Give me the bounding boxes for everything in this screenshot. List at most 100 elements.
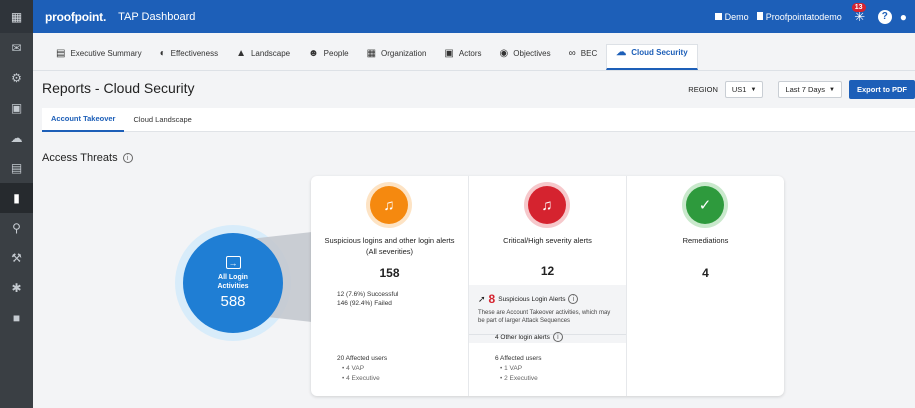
critical-vap: • 1 VAP	[500, 365, 523, 372]
suspicious-login-count: 8	[488, 292, 496, 306]
bell-icon: ♫	[370, 186, 408, 224]
tab-label: People	[323, 48, 349, 58]
report-controls: REGION US1 ▼ Last 7 Days ▼ Export to PDF	[688, 80, 915, 99]
remediations-column[interactable]: ✓ Remediations 4	[627, 176, 784, 396]
people-icon: ☻	[308, 47, 319, 59]
tab-cloud-security[interactable]: ☁ Cloud Security	[606, 44, 698, 70]
demo-indicator[interactable]: Demo	[714, 11, 749, 22]
tab-people[interactable]: ☻ People	[299, 44, 357, 70]
region-select[interactable]: US1 ▼	[724, 81, 764, 98]
login-icon: →	[225, 256, 241, 269]
shield-check-icon: ✓	[686, 186, 724, 224]
other-login-alerts-label: 4 Other login alerts	[495, 333, 550, 341]
cloud-icon[interactable]: ☁	[0, 123, 33, 153]
bookmark-icon	[756, 11, 763, 20]
critical-title: Critical/High severity alerts	[503, 236, 592, 245]
suspicious-login-alerts-row: ➚ 8 Suspicious Login Alerts i	[478, 292, 579, 306]
suspicious-logins-column[interactable]: ♫ Suspicious logins and other login aler…	[311, 176, 469, 396]
tab-landscape[interactable]: ▲ Landscape	[227, 44, 299, 70]
document-icon: ▤	[56, 47, 66, 59]
help-icon[interactable]: ?	[877, 9, 892, 24]
critical-value: 12	[540, 264, 555, 278]
notifications-button[interactable]: 13 ✳	[850, 2, 870, 25]
remediations-value: 4	[702, 266, 709, 280]
date-range-value: Last 7 Days	[785, 85, 826, 94]
subtab-cloud-landscape[interactable]: Cloud Landscape	[124, 108, 200, 132]
region-label: REGION	[688, 85, 718, 94]
left-rail: ▦ ✉ ⚙ ▣ ☁ ▤ ▮ ⚲ ⚒ ✱ ■	[0, 0, 33, 408]
tab-label: Executive Summary	[70, 48, 142, 58]
contact-icon: ▣	[444, 47, 454, 59]
tab-objectives[interactable]: ◉ Objectives	[491, 44, 560, 70]
suspicious-login-label: Suspicious Login Alerts	[498, 295, 566, 303]
tab-label: Objectives	[513, 48, 551, 58]
suspicious-executive: • 4 Executive	[342, 375, 380, 382]
suspicious-successful: 12 (7.6%) Successful	[337, 291, 399, 298]
export-pdf-button[interactable]: Export to PDF	[849, 80, 915, 99]
tab-label: BEC	[580, 48, 598, 58]
org-selector[interactable]: Proofpointatodemo	[756, 11, 842, 22]
critical-alerts-column[interactable]: ♫ Critical/High severity alerts 12 ➚ 8 S…	[469, 176, 627, 396]
tab-executive-summary[interactable]: ▤ Executive Summary	[47, 44, 151, 70]
chat-icon[interactable]: ■	[0, 303, 33, 333]
analytics-icon[interactable]: ⚙	[0, 63, 33, 93]
summary-value: 588	[220, 293, 246, 310]
mask-icon: ∞	[568, 47, 576, 59]
caret-down-icon: ▼	[829, 86, 835, 93]
app-title[interactable]: TAP Dashboard	[118, 11, 195, 23]
caret-down-icon: ▼	[750, 86, 757, 93]
date-range-select[interactable]: Last 7 Days ▼	[778, 81, 842, 98]
wrench-icon[interactable]: ⚒	[0, 243, 33, 273]
tab-effectiveness[interactable]: ◐ Effectiveness	[151, 44, 227, 70]
sub-tabs: Account Takeover Cloud Landscape	[42, 108, 915, 132]
notification-badge: 13	[851, 2, 866, 12]
suspicious-affected-users: 20 Affected users	[337, 355, 388, 362]
suspicious-value: 158	[379, 266, 400, 280]
demo-label: Demo	[724, 11, 749, 22]
reports-bar-icon[interactable]: ▮	[0, 183, 33, 213]
info-icon[interactable]: i	[568, 294, 579, 304]
critical-affected-users: 6 Affected users	[495, 355, 542, 362]
report-tabs: ▤ Executive Summary ◐ Effectiveness ▲ Lands…	[33, 44, 915, 71]
target-icon: ◉	[499, 47, 509, 59]
settings-icon[interactable]: ✱	[0, 273, 33, 303]
user-icon[interactable]: ●	[900, 10, 907, 24]
top-bar: proofpoint. TAP Dashboard Demo Proofpoin…	[33, 0, 915, 33]
section-title: Access Threats i	[42, 152, 133, 164]
cloud-icon: ☁	[616, 47, 627, 58]
apps-grid-icon[interactable]: ▦	[0, 0, 33, 33]
section-title-text: Access Threats	[42, 152, 118, 164]
info-icon[interactable]: i	[552, 332, 563, 342]
image-icon: ▲	[236, 47, 246, 59]
contact-card-icon[interactable]: ▣	[0, 93, 33, 123]
suspicious-failed: 146 (92.4%) Failed	[337, 300, 392, 307]
document-icon[interactable]: ▤	[0, 153, 33, 183]
tab-bec[interactable]: ∞ BEC	[560, 44, 607, 70]
brand-logo[interactable]: proofpoint.	[45, 10, 106, 24]
tab-label: Organization	[381, 48, 427, 58]
other-login-alerts[interactable]: 4 Other login alerts i	[495, 332, 563, 342]
critical-executive: • 2 Executive	[500, 375, 538, 382]
square-icon	[714, 12, 722, 20]
mail-icon[interactable]: ✉	[0, 33, 33, 63]
tab-label: Cloud Security	[631, 48, 688, 57]
summary-label: All Login Activities	[217, 273, 248, 291]
remediations-title: Remediations	[682, 236, 729, 245]
suspicious-vap: • 4 VAP	[342, 365, 365, 372]
all-login-activities-circle[interactable]: → All Login Activities 588	[183, 233, 283, 333]
info-icon[interactable]: i	[122, 153, 133, 163]
tab-actors[interactable]: ▣ Actors	[435, 44, 490, 70]
region-value: US1	[731, 85, 747, 94]
pie-icon: ◐	[159, 47, 166, 59]
org-icon: ▦	[366, 47, 377, 59]
tab-label: Effectiveness	[170, 48, 219, 58]
suspicious-login-note: These are Account Takeover activities, w…	[478, 310, 611, 324]
bell-icon: ♫	[528, 186, 566, 224]
trend-icon: ➚	[478, 293, 486, 304]
search-icon[interactable]: ⚲	[0, 213, 33, 243]
tab-label: Actors	[458, 48, 482, 58]
suspicious-title: Suspicious logins and other login alerts…	[324, 236, 455, 256]
subtab-account-takeover[interactable]: Account Takeover	[42, 108, 125, 132]
page-title: Reports - Cloud Security	[42, 80, 195, 96]
tab-organization[interactable]: ▦ Organization	[358, 44, 436, 70]
